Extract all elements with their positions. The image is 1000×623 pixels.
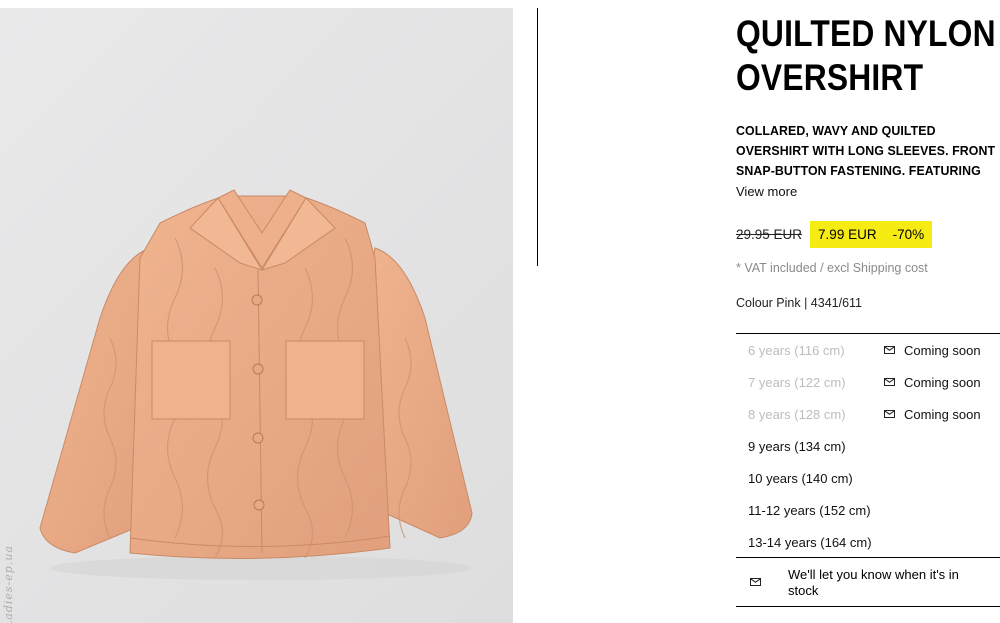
size-label: 7 years (122 cm) xyxy=(748,374,846,390)
vertical-divider xyxy=(537,8,538,266)
price-row: 29.95 EUR 7.99 EUR -70% xyxy=(736,221,933,248)
envelope-icon xyxy=(884,410,895,418)
envelope-icon xyxy=(750,578,761,586)
view-more-link[interactable]: View more xyxy=(736,184,797,199)
product-description: COLLARED, WAVY AND QUILTED OVERSHIRT WIT… xyxy=(736,123,996,178)
product-info: QUILTED NYLON OVERSHIRT xyxy=(736,12,1000,100)
watermark-text: Ladies-ep.ua xyxy=(2,545,15,623)
notify-coming-soon: Coming soon xyxy=(884,398,981,430)
discount-label: -70% xyxy=(892,227,925,242)
size-option[interactable]: 13-14 years (164 cm) xyxy=(736,526,1000,558)
size-label: 9 years (134 cm) xyxy=(748,438,846,454)
notify-text: Coming soon xyxy=(904,374,981,390)
size-option[interactable]: 6 years (116 cm) Coming soon xyxy=(736,334,1000,366)
notify-text: Coming soon xyxy=(904,342,981,358)
title-line-1: QUILTED NYLON xyxy=(736,13,996,54)
size-option[interactable]: 8 years (128 cm) Coming soon xyxy=(736,398,1000,430)
vat-note: * VAT included / excl Shipping cost xyxy=(736,261,928,275)
envelope-icon xyxy=(884,378,895,386)
sale-price-badge: 7.99 EUR -70% xyxy=(810,221,933,248)
colour-reference: Colour Pink | 4341/611 xyxy=(736,296,863,310)
notify-coming-soon: Coming soon xyxy=(884,334,981,366)
product-title: QUILTED NYLON OVERSHIRT xyxy=(736,12,1000,100)
jacket-illustration xyxy=(39,189,473,580)
new-price: 7.99 EUR xyxy=(818,227,877,242)
size-label: 11-12 years (152 cm) xyxy=(748,502,871,518)
stock-notification-text: We'll let you know when it's in stock xyxy=(788,567,959,598)
envelope-icon xyxy=(884,346,895,354)
size-option[interactable]: 11-12 years (152 cm) xyxy=(736,494,1000,526)
size-label: 6 years (116 cm) xyxy=(748,342,845,358)
size-option[interactable]: 7 years (122 cm) Coming soon xyxy=(736,366,1000,398)
size-label: 10 years (140 cm) xyxy=(748,470,853,486)
product-image[interactable]: Ladies-ep.ua xyxy=(0,8,513,623)
size-label: 8 years (128 cm) xyxy=(748,406,846,422)
old-price: 29.95 EUR xyxy=(736,227,803,242)
size-option[interactable]: 9 years (134 cm) xyxy=(736,430,1000,462)
size-label: 13-14 years (164 cm) xyxy=(748,534,872,550)
title-line-2: OVERSHIRT xyxy=(736,57,924,98)
stock-notification[interactable]: We'll let you know when it's in stock xyxy=(736,557,1000,607)
notify-coming-soon: Coming soon xyxy=(884,366,981,398)
size-selector: 6 years (116 cm) Coming soon 7 years (12… xyxy=(736,333,1000,558)
size-option[interactable]: 10 years (140 cm) xyxy=(736,462,1000,494)
notify-text: Coming soon xyxy=(904,406,981,422)
